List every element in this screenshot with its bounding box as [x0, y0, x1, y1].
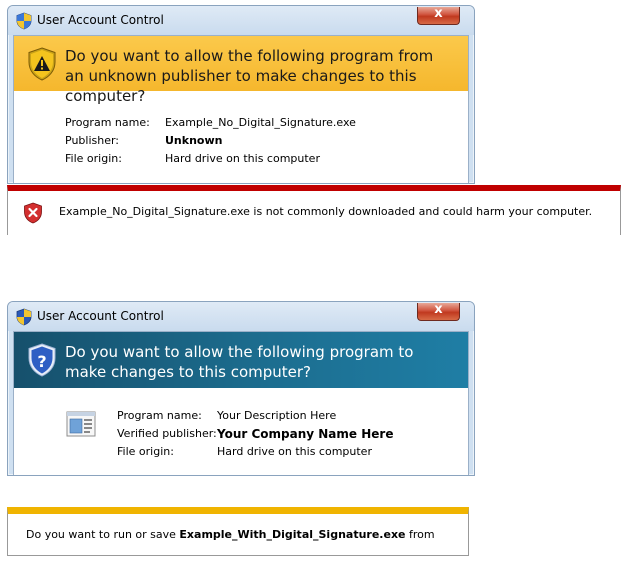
close-icon: x	[434, 6, 443, 21]
program-name-value: Example_No_Digital_Signature.exe	[165, 116, 356, 129]
download-message-suffix: from	[405, 528, 435, 541]
title-bar: User Account Control x	[8, 6, 474, 35]
program-icon	[66, 411, 96, 437]
verified-publisher-value: Your Company Name Here	[217, 427, 394, 441]
banner-question: Do you want to allow the following progr…	[65, 47, 434, 105]
file-origin-row: File origin: Hard drive on this computer	[117, 443, 467, 461]
file-origin-row: File origin: Hard drive on this computer	[65, 150, 425, 168]
warning-message: Example_No_Digital_Signature.exe is not …	[59, 205, 593, 218]
verified-publisher-label: Verified publisher:	[117, 427, 217, 440]
program-details: Program name: Your Description Here Veri…	[117, 407, 467, 461]
smartscreen-warning-bar: Example_No_Digital_Signature.exe is not …	[7, 185, 621, 235]
window-title: User Account Control	[37, 309, 164, 323]
file-origin-value: Hard drive on this computer	[217, 445, 372, 458]
publisher-value: Unknown	[165, 134, 223, 147]
program-name-label: Program name:	[65, 116, 150, 129]
close-button[interactable]: x	[417, 302, 460, 321]
uac-dialog-verified: User Account Control x ? Do you want to …	[7, 301, 475, 476]
download-message-prefix: Do you want to run or save	[26, 528, 180, 541]
file-origin-value: Hard drive on this computer	[165, 152, 320, 165]
uac-dialog-unknown: User Account Control x Do you want to al…	[7, 5, 475, 184]
warning-banner: Do you want to allow the following progr…	[14, 36, 468, 105]
close-button[interactable]: x	[417, 6, 460, 25]
uac-shield-icon	[16, 12, 32, 30]
file-origin-label: File origin:	[117, 445, 174, 458]
banner-question: Do you want to allow the following progr…	[65, 343, 414, 381]
file-origin-label: File origin:	[65, 152, 122, 165]
program-name-row: Program name: Your Description Here	[117, 407, 467, 425]
publisher-row: Publisher: Unknown	[65, 132, 425, 150]
program-name-label: Program name:	[117, 409, 202, 422]
question-banner: ? Do you want to allow the following pro…	[14, 332, 468, 388]
uac-shield-icon	[16, 308, 32, 326]
publisher-label: Publisher:	[65, 134, 120, 147]
svg-text:?: ?	[37, 352, 46, 371]
dialog-content: Do you want to allow the following progr…	[13, 35, 469, 183]
error-shield-icon	[24, 202, 42, 224]
download-file-name: Example_With_Digital_Signature.exe	[179, 528, 406, 541]
download-message: Do you want to run or save Example_With_…	[26, 528, 435, 541]
warning-shield-icon	[28, 47, 56, 81]
download-notification-bar: Do you want to run or save Example_With_…	[7, 507, 469, 556]
program-name-row: Program name: Example_No_Digital_Signatu…	[65, 114, 425, 132]
dialog-content: ? Do you want to allow the following pro…	[13, 331, 469, 475]
close-icon: x	[434, 302, 443, 317]
window-title: User Account Control	[37, 13, 164, 27]
program-name-value: Your Description Here	[217, 409, 337, 422]
title-bar: User Account Control x	[8, 302, 474, 331]
publisher-row: Verified publisher: Your Company Name He…	[117, 425, 467, 443]
program-details: Program name: Example_No_Digital_Signatu…	[65, 114, 425, 168]
help-shield-icon: ?	[28, 343, 56, 377]
